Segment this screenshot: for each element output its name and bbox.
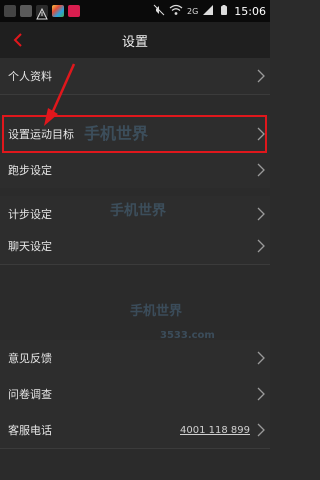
chevron-right-icon [257,423,265,437]
signal-icon [202,4,214,19]
warning-icon [36,5,48,20]
app-icon-colorful [52,5,64,17]
notification-icon [4,5,16,17]
status-bar-right: 2G 15:06 [153,4,266,19]
settings-item-label: 聊天设定 [8,240,52,253]
settings-item-label: 意见反馈 [8,352,52,365]
settings-item-chat[interactable]: 聊天设定 [0,228,270,264]
status-bar-left-icons [4,5,80,20]
battery-icon [218,4,230,19]
image-icon [20,5,32,17]
chevron-right-icon [257,387,265,401]
settings-item-label: 计步设定 [8,208,52,221]
watermark-domain-text: 3533.com [160,330,215,341]
back-button[interactable] [6,28,30,52]
settings-item-survey[interactable]: 问卷调查 [0,376,270,412]
settings-item-feedback[interactable]: 意见反馈 [0,340,270,376]
chevron-left-icon [13,33,22,47]
annotation-arrow-icon [44,63,76,126]
clock: 15:06 [234,4,266,18]
status-bar: 2G 15:06 [0,0,270,22]
settings-item-customer-service[interactable]: 客服电话 4001 118 899 [0,412,270,448]
settings-item-running[interactable]: 跑步设定 [0,152,270,188]
watermark-logo: 手机世界 [84,120,148,144]
wifi-icon [169,4,183,19]
settings-item-label: 问卷调查 [8,388,52,401]
top-nav-bar: 设置 [0,22,270,58]
watermark-brand: 手机世界 [110,203,166,219]
settings-item-label: 跑步设定 [8,164,52,177]
chevron-right-icon [257,69,265,83]
network-type: 2G [187,6,199,16]
chevron-right-icon [257,127,265,141]
page-title: 设置 [121,34,148,50]
chevron-right-icon [257,163,265,177]
app-icon-red [68,5,80,17]
watermark-brand: 手机世界 [84,124,149,143]
watermark-brand: 手机世界 [130,304,183,319]
customer-service-phone[interactable]: 4001 118 899 [180,425,250,436]
settings-item-label: 客服电话 [8,424,52,437]
chevron-right-icon [257,207,265,221]
section-gap [0,264,270,265]
watermark-domain: 3533.com [160,330,215,341]
watermark-logo: 手机世界 [130,300,182,319]
chevron-right-icon [257,351,265,365]
watermark-logo: 手机世界 [110,200,166,220]
chevron-right-icon [257,239,265,253]
divider [0,448,270,449]
mute-icon [153,4,165,19]
